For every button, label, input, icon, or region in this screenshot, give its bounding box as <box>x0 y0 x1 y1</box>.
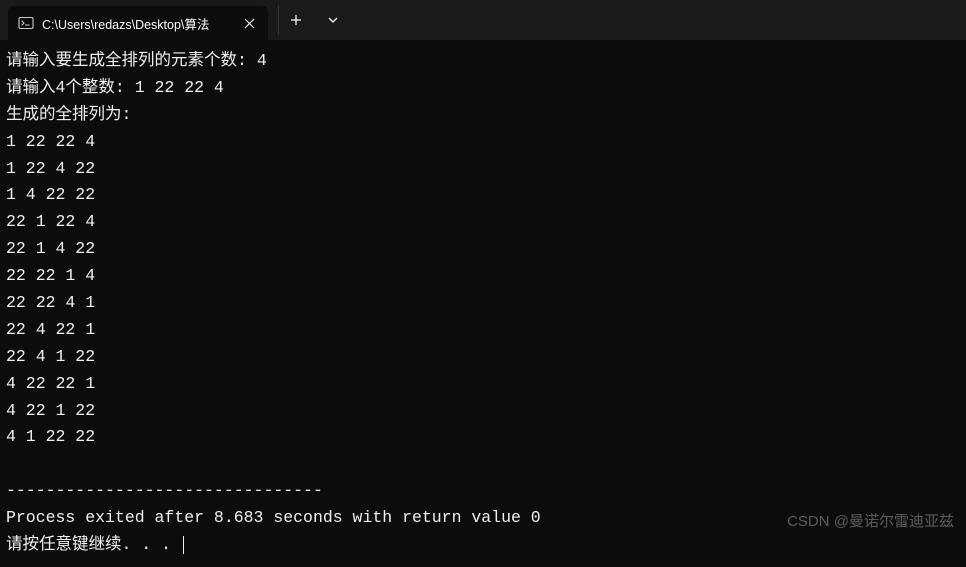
tab-dropdown-button[interactable] <box>316 5 350 35</box>
prompt-count-label: 请输入要生成全排列的元素个数: <box>6 51 257 70</box>
output-header: 生成的全排列为: <box>6 105 131 124</box>
terminal-output[interactable]: 请输入要生成全排列的元素个数: 4 请输入4个整数: 1 22 22 4 生成的… <box>0 40 966 567</box>
permutation-line: 4 22 1 22 <box>6 401 95 420</box>
titlebar-actions <box>274 5 350 35</box>
permutation-line: 22 4 22 1 <box>6 320 95 339</box>
text-cursor <box>183 536 184 554</box>
tab-title: C:\Users\redazs\Desktop\算法 <box>42 14 232 33</box>
prompt-count-value: 4 <box>257 51 267 70</box>
exit-message: Process exited after 8.683 seconds with … <box>6 508 541 527</box>
permutation-line: 4 1 22 22 <box>6 427 95 446</box>
permutation-line: 22 22 4 1 <box>6 293 95 312</box>
tab-close-button[interactable] <box>240 14 258 32</box>
press-key-prompt: 请按任意键继续. . . <box>6 535 181 554</box>
new-tab-button[interactable] <box>278 5 312 35</box>
prompt-ints-label: 请输入4个整数: <box>6 78 135 97</box>
permutation-line: 4 22 22 1 <box>6 374 95 393</box>
permutation-line: 1 22 22 4 <box>6 132 95 151</box>
window-titlebar: C:\Users\redazs\Desktop\算法 <box>0 0 966 40</box>
terminal-icon <box>18 15 34 31</box>
permutation-line: 1 4 22 22 <box>6 185 95 204</box>
permutation-line: 1 22 4 22 <box>6 159 95 178</box>
permutation-line: 22 4 1 22 <box>6 347 95 366</box>
separator-line: -------------------------------- <box>6 481 323 500</box>
permutation-line: 22 1 22 4 <box>6 212 95 231</box>
prompt-ints-value: 1 22 22 4 <box>135 78 224 97</box>
permutation-line: 22 1 4 22 <box>6 239 95 258</box>
active-tab[interactable]: C:\Users\redazs\Desktop\算法 <box>8 6 268 40</box>
permutation-line: 22 22 1 4 <box>6 266 95 285</box>
